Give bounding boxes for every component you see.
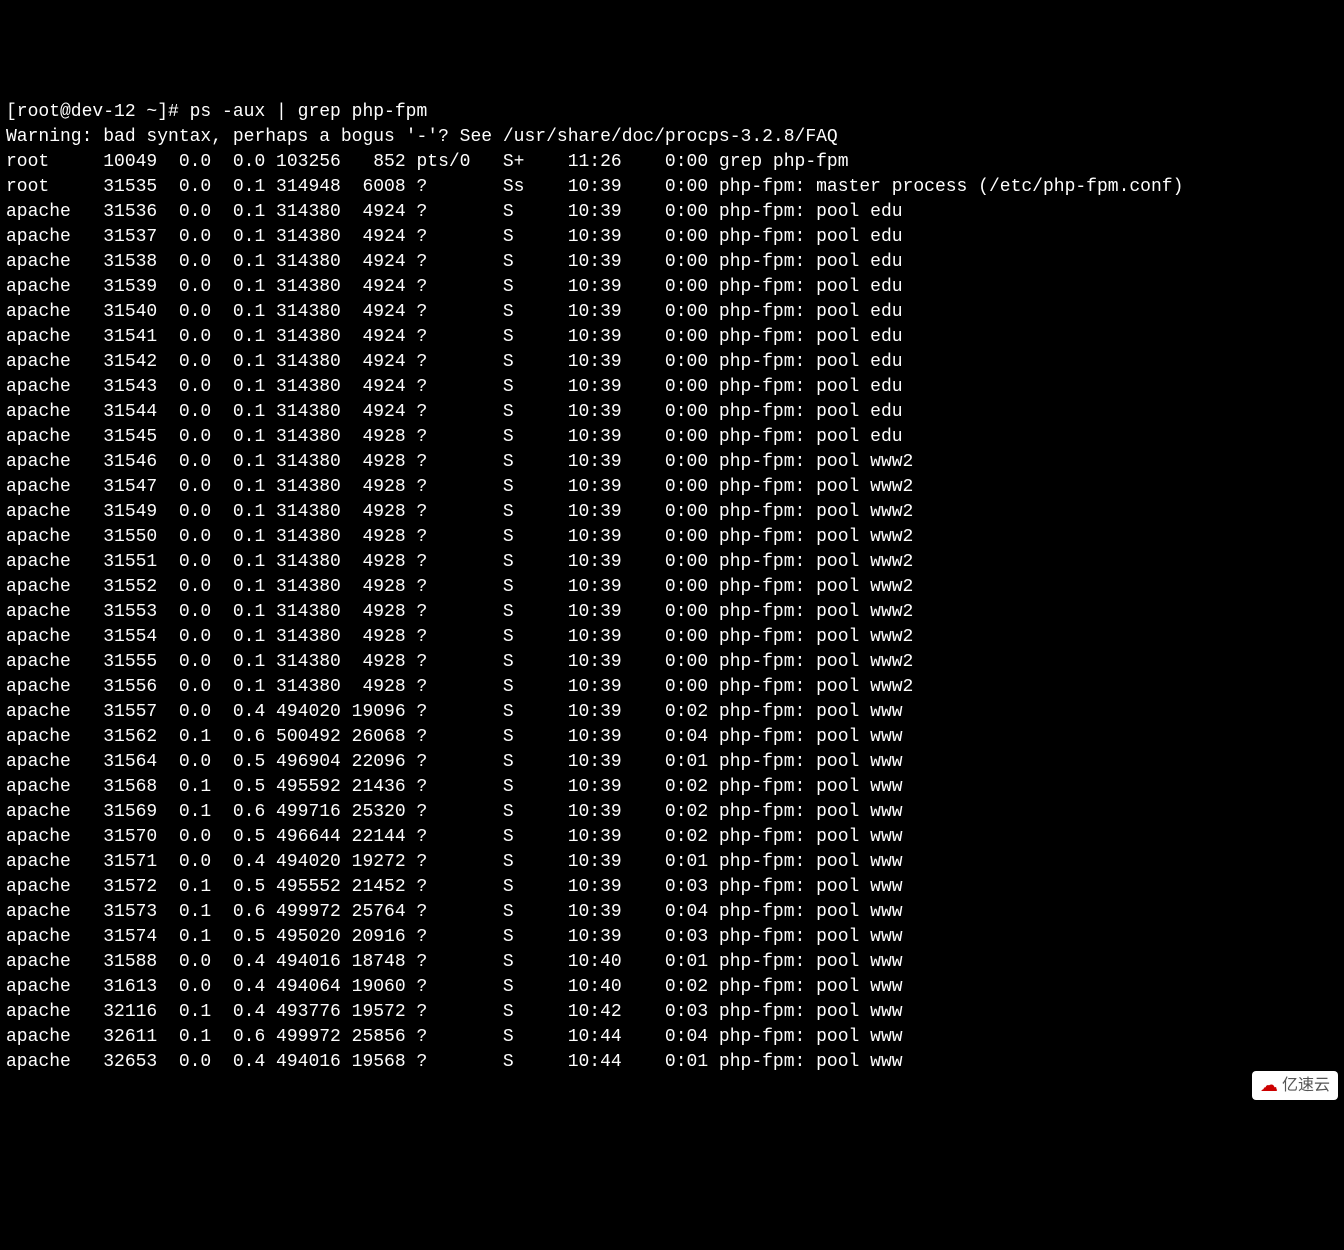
watermark-text: 亿速云 (1282, 1073, 1330, 1098)
cloud-icon: ☁ (1260, 1073, 1278, 1098)
watermark-badge: ☁ 亿速云 (1252, 1071, 1338, 1100)
terminal-output[interactable]: [root@dev-12 ~]# ps -aux | grep php-fpm … (6, 100, 1338, 1075)
